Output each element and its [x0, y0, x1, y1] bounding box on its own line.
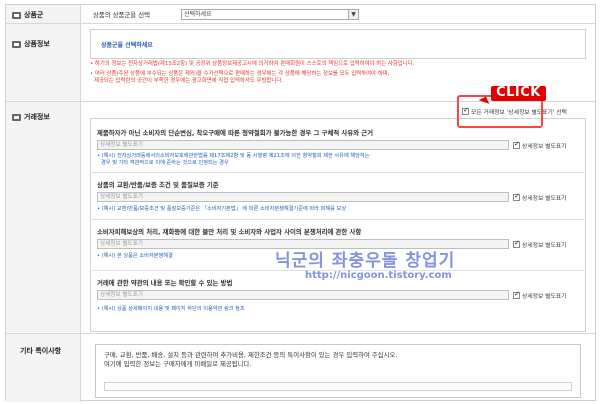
section-2-checkbox-label: 상세정보 별도표기 [522, 196, 567, 202]
category-label: 상품군 [24, 11, 44, 19]
select-category-prompt[interactable]: 상품군을 선택하세요 [101, 40, 153, 49]
row-product-info-header: 상품정보 [6, 24, 81, 101]
other-textarea[interactable]: 구매, 교환, 반품, 배송, 설치 등과 관련하여 추가비용, 제한조건 등의… [95, 344, 581, 398]
other-label: 기타 특이사항 [20, 347, 62, 355]
section-3-checkbox-label: 상세정보 별도표기 [522, 243, 567, 249]
chevron-down-icon: ▼ [348, 10, 358, 19]
section-2-checkbox-row[interactable]: 상세정보 별도표기 [513, 192, 567, 202]
section-2-checkbox[interactable] [513, 192, 520, 201]
notice-line-3: 제공되는 입력란의 공간이 부족한 경우에는 광고화면에 직접 입력하셔도 무방… [94, 78, 284, 84]
section-3-checkbox-row[interactable]: 상세정보 별도표기 [513, 239, 567, 249]
category-select-value: 선택하세요 [184, 11, 212, 18]
section-4-checkbox[interactable] [513, 290, 520, 299]
row-category-cell: 상품의 상품군을 선택 선택하세요 ▼ [81, 5, 595, 23]
other-text-input[interactable] [104, 382, 572, 391]
watermark-url: http://nicgoon.tistory.com [305, 270, 452, 281]
section-1-note-1: • (예시) 전자상거래등에서의소비자보호에관한법률 제17조제2항 및 동 시… [97, 153, 370, 159]
section-1-input[interactable]: 상세정보 별도표기 [97, 140, 509, 150]
category-select-caption: 상품의 상품군을 선택 [93, 11, 150, 19]
watermark-title: 닉군의 좌충우돌 창업기 [275, 251, 456, 271]
row-trade-info: 거래정보 모든 거래정보 '상세정보 별도표기' 선택 제품하자가 아닌 소비자… [6, 102, 595, 334]
other-text-1: 구매, 교환, 반품, 배송, 설치 등과 관련하여 추가비용, 제한조건 등의… [104, 351, 398, 359]
section-1-note-2: 경우 및 기타 객관적으로 이에 준하는 것으로 인정되는 경우 [101, 160, 229, 166]
bullet-icon [12, 113, 21, 121]
row-other: 기타 특이사항 구매, 교환, 반품, 배송, 설치 등과 관련하여 추가비용,… [6, 334, 595, 402]
other-text-2: 여기에 입력한 정보는 구매자에게 미배일로 제공됩니다. [104, 360, 252, 368]
bullet-icon [12, 11, 21, 19]
notice-line-1: • 하기의 정보는 전자상거래법(제13조2항) 및 공정위 상품정보제공고시에… [90, 61, 415, 67]
row-category: 상품군 상품의 상품군을 선택 선택하세요 ▼ [6, 5, 595, 24]
section-3-note-1: • (예시) 본 상품은 소비자분쟁해결 [97, 253, 173, 259]
row-category-header: 상품군 [6, 5, 81, 23]
product-info-box: 상품군을 선택하세요 [90, 29, 586, 59]
section-4-note-1: • (예시) 상품 상세페이지 내용 및 페이지 하단의 이용약관 링크 참조 [97, 306, 245, 312]
section-1-question: 제품하자가 아닌 소비자의 단순변심, 착오구매에 따른 청약철회가 불가능한 … [97, 129, 374, 137]
section-1-checkbox-label: 상세정보 별도표기 [522, 144, 567, 150]
bullet-icon [12, 40, 21, 48]
notice-line-2: • 여러 상품(주된 상품에 부수되는 상품은 제외)을 수가선택으로 판매하는… [90, 71, 390, 77]
section-3-question: 소비자피해보상의 처리, 재화등에 대한 불만 처리 및 소비자와 사업자 사이… [97, 228, 362, 236]
section-2-question: 상품의 교환/반품/보증 조건 및 품질보증 기준 [97, 181, 219, 189]
click-badge: CLICK [491, 85, 546, 101]
row-other-cell: 구매, 교환, 반품, 배송, 설치 등과 관련하여 추가비용, 제한조건 등의… [81, 334, 595, 402]
row-trade-info-header: 거래정보 [6, 102, 81, 333]
section-3-checkbox[interactable] [513, 239, 520, 248]
row-other-header: 기타 특이사항 [6, 334, 81, 402]
section-1-checkbox-row[interactable]: 상세정보 별도표기 [513, 140, 567, 150]
trade-info-label: 거래정보 [24, 113, 50, 121]
divider [90, 219, 586, 220]
section-4-checkbox-label: 상세정보 별도표기 [522, 294, 567, 300]
section-4-question: 거래에 관한 약관의 내용 또는 확인할 수 있는 방법 [97, 279, 233, 287]
product-info-label: 상품정보 [24, 40, 50, 48]
product-form-table: 상품군 상품의 상품군을 선택 선택하세요 ▼ 상품정보 상품군을 선택하세요 … [5, 4, 596, 402]
section-4-input[interactable]: 상세정보 별도표기 [97, 290, 509, 300]
divider [90, 172, 586, 173]
section-2-note-1: • (예시) 교환/반품/보증조건 및 품질보증기준은 「소비자기본법」 에 따… [97, 206, 347, 212]
section-4-checkbox-row[interactable]: 상세정보 별도표기 [513, 290, 567, 300]
section-2-input[interactable]: 상세정보 별도표기 [97, 192, 509, 202]
click-badge-label: CLICK [496, 85, 541, 100]
section-1-checkbox[interactable] [513, 140, 520, 149]
category-select[interactable]: 선택하세요 ▼ [181, 9, 359, 20]
row-trade-info-cell: 모든 거래정보 '상세정보 별도표기' 선택 제품하자가 아닌 소비자의 단순변… [81, 102, 595, 333]
